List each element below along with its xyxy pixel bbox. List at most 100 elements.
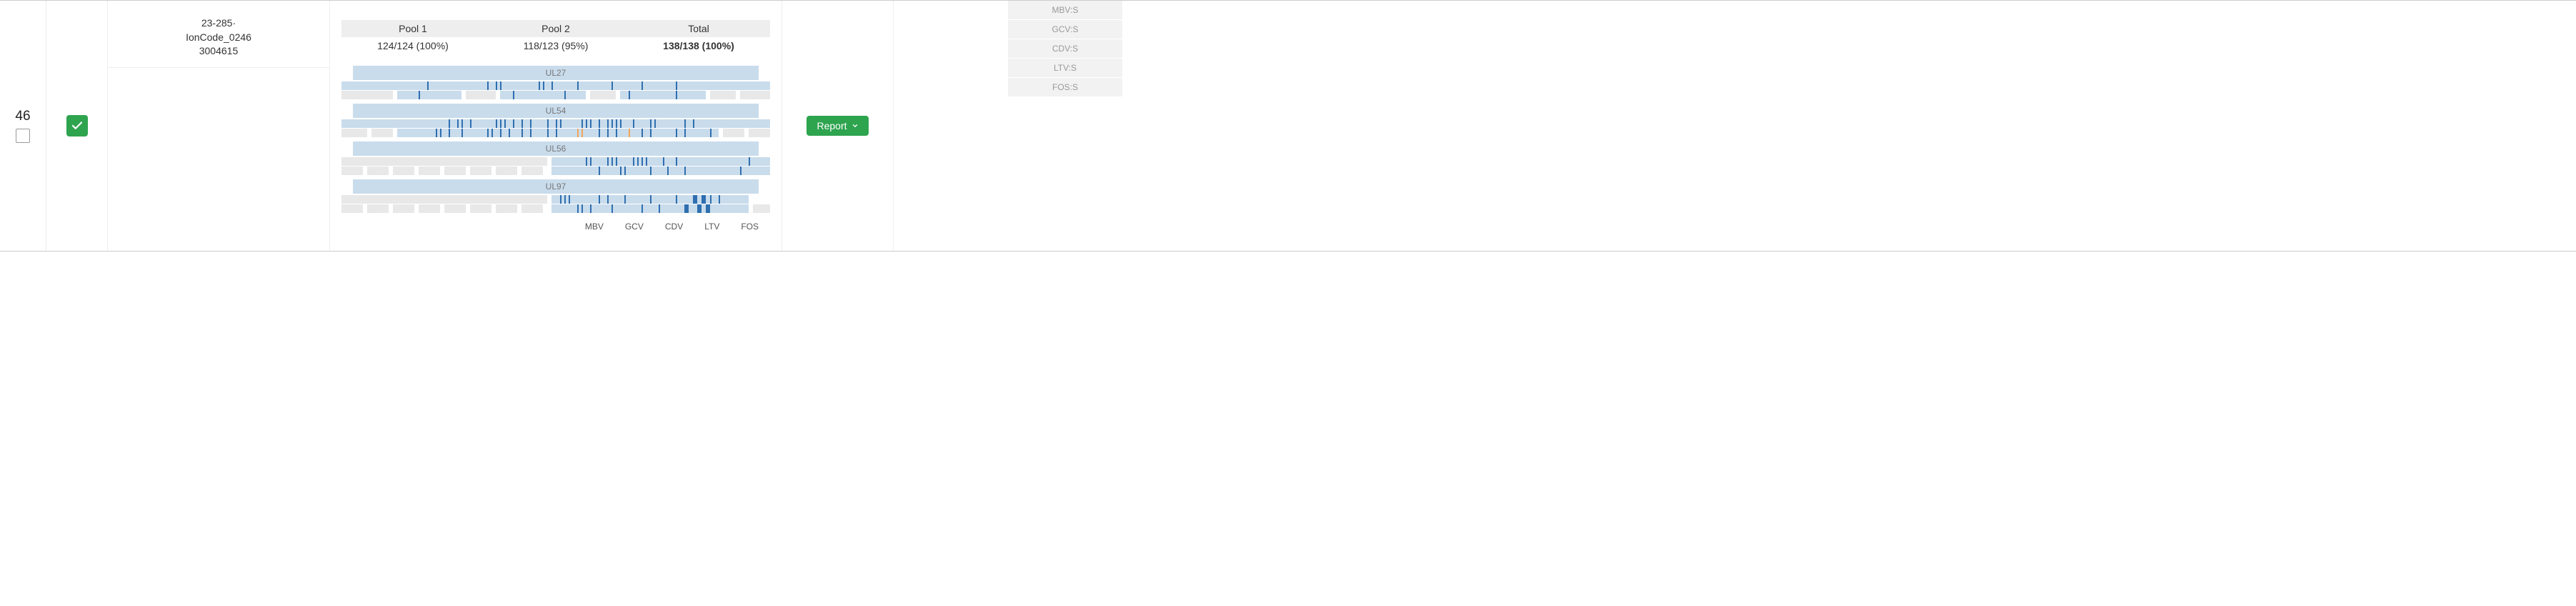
coverage-segment	[341, 81, 770, 90]
coverage-segment	[341, 204, 363, 213]
report-button-label: Report	[817, 120, 847, 131]
variant-bar	[436, 129, 437, 137]
variant-bar	[616, 119, 617, 128]
drug-label: GCV	[625, 222, 644, 232]
variant-bar	[684, 204, 689, 213]
variant-bar	[659, 204, 660, 213]
variant-bar	[504, 119, 506, 128]
variant-bar	[676, 81, 677, 90]
variant-bar	[676, 91, 677, 99]
variant-bar	[487, 129, 489, 137]
coverage-strip	[341, 157, 770, 166]
variant-bar	[500, 81, 501, 90]
variant-bar	[646, 157, 647, 166]
variant-bar	[577, 81, 579, 90]
row-index-cell: 46	[0, 1, 46, 251]
variant-bar	[461, 129, 463, 137]
pool-value: 124/124 (100%)	[341, 37, 484, 54]
variant-bar	[706, 204, 710, 213]
variant-bar	[521, 119, 523, 128]
variant-bar	[590, 157, 591, 166]
gene-name: UL27	[353, 66, 759, 80]
coverage-segment	[341, 195, 547, 204]
variant-bar	[581, 204, 583, 213]
variant-bar	[513, 119, 514, 128]
coverage-strip	[341, 204, 770, 213]
variant-bar	[500, 129, 501, 137]
variant-bar	[676, 195, 677, 204]
resistance-badge: LTV:S	[1008, 59, 1122, 78]
coverage-strip	[341, 129, 770, 137]
variant-bar	[650, 167, 652, 175]
gene-track: UL97	[341, 179, 770, 213]
variant-bar	[599, 119, 600, 128]
coverage-cell: Pool 1124/124 (100%)Pool 2118/123 (95%)T…	[330, 1, 782, 251]
variant-bar	[629, 129, 630, 137]
variant-bar	[577, 129, 579, 137]
variant-bar	[611, 119, 613, 128]
row-select-checkbox[interactable]	[16, 129, 30, 143]
report-button[interactable]: Report	[807, 116, 868, 136]
variant-bar	[663, 157, 664, 166]
variant-bar	[702, 195, 706, 204]
variant-bar	[641, 129, 643, 137]
variant-bar	[599, 195, 600, 204]
variant-bar	[616, 157, 617, 166]
variant-bar	[620, 167, 621, 175]
variant-bar	[749, 157, 750, 166]
gene-name: UL97	[353, 179, 759, 194]
coverage-segment	[444, 204, 466, 213]
variant-bar	[556, 129, 557, 137]
variant-bar	[684, 167, 686, 175]
coverage-segment	[496, 204, 517, 213]
variant-bar	[693, 195, 697, 204]
variant-bar	[487, 81, 489, 90]
coverage-segment	[710, 91, 736, 99]
variant-bar	[569, 195, 570, 204]
variant-bar	[607, 195, 609, 204]
coverage-segment	[740, 91, 770, 99]
variant-bar	[641, 204, 643, 213]
coverage-segment	[521, 167, 543, 175]
chevron-down-icon	[852, 122, 859, 129]
variant-bar	[539, 81, 540, 90]
variant-bar	[560, 119, 561, 128]
variant-bar	[496, 119, 497, 128]
coverage-segment	[551, 167, 770, 175]
variant-bar	[624, 195, 626, 204]
drug-axis: MBVGCVCDVLTVFOS	[341, 222, 770, 232]
coverage-segment	[393, 167, 414, 175]
variant-bar	[676, 157, 677, 166]
coverage-segment	[367, 167, 389, 175]
variant-bar	[581, 119, 583, 128]
resistance-badge: MBV:S	[1008, 1, 1122, 20]
pool-header: Pool 1	[341, 20, 484, 37]
variant-bar	[620, 119, 621, 128]
variant-bar	[440, 129, 441, 137]
coverage-strip	[341, 167, 770, 175]
variant-bar	[500, 119, 501, 128]
coverage-segment	[466, 91, 496, 99]
coverage-strip	[341, 81, 770, 90]
variant-bar	[607, 119, 609, 128]
variant-bar	[551, 81, 553, 90]
coverage-segment	[341, 167, 363, 175]
variant-bar	[611, 81, 613, 90]
variant-bar	[637, 157, 639, 166]
variant-bar	[611, 204, 613, 213]
pool-column: Pool 2118/123 (95%)	[484, 20, 627, 54]
result-row: 46 23-285· IonCode_0246 3004615 Pool 112…	[0, 0, 2576, 252]
drug-label: CDV	[665, 222, 683, 232]
coverage-segment	[419, 167, 440, 175]
actions-cell: Report	[782, 1, 894, 251]
row-number: 46	[15, 109, 30, 124]
pool-column: Total138/138 (100%)	[627, 20, 770, 54]
variant-bar	[710, 195, 712, 204]
coverage-segment	[341, 91, 393, 99]
variant-bar	[710, 129, 712, 137]
variant-bar	[556, 119, 557, 128]
coverage-segment	[397, 129, 719, 137]
variant-bar	[607, 129, 609, 137]
variant-bar	[616, 129, 617, 137]
variant-bar	[676, 129, 677, 137]
